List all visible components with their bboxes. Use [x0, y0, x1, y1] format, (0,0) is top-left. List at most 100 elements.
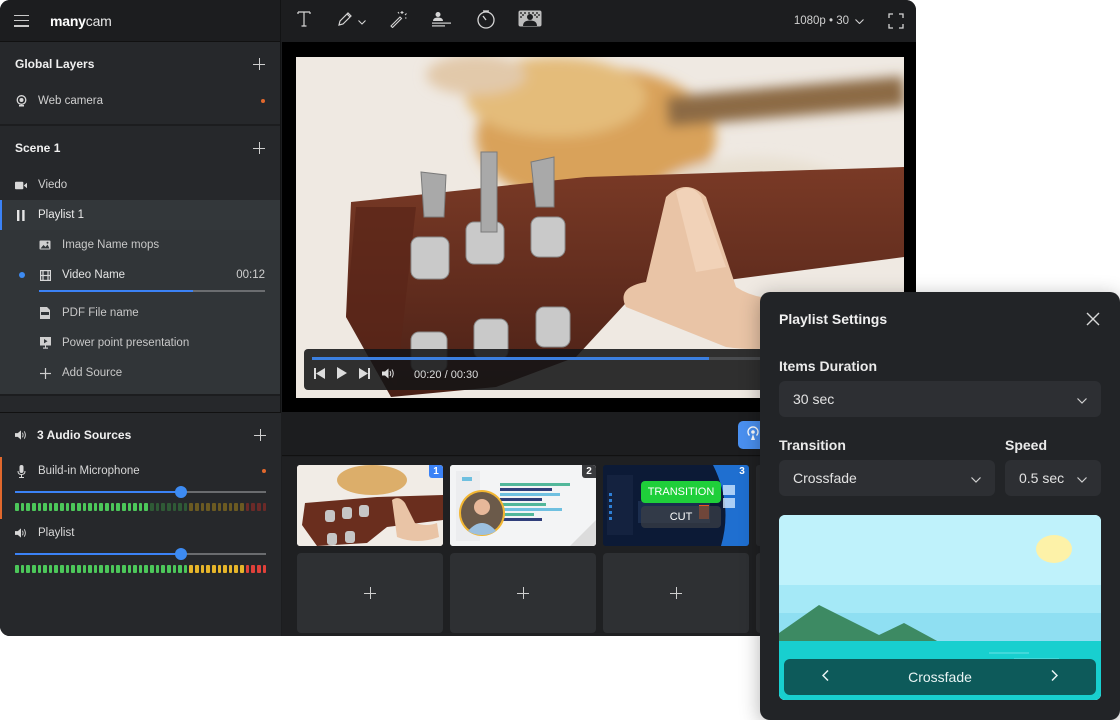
menu-icon[interactable]: [14, 14, 29, 27]
meter-segment: [166, 503, 171, 511]
meter-segment: [234, 565, 238, 573]
meter-segment: [138, 565, 143, 573]
skip-back-icon: [314, 367, 325, 382]
playlist-group: Playlist 1 Image Name mops Video Name 00…: [0, 200, 280, 394]
source-playlist[interactable]: Playlist 1: [0, 200, 280, 230]
audio-source-microphone[interactable]: Build-in Microphone: [0, 457, 281, 519]
meter-segment: [54, 503, 58, 511]
next-transition-button[interactable]: [1051, 668, 1059, 686]
layer-web-camera[interactable]: Web camera: [0, 86, 280, 116]
timer-tool-button[interactable]: [464, 0, 508, 42]
webcam-icon: [15, 95, 27, 107]
source-label: Playlist 1: [38, 209, 85, 221]
draw-tool-button[interactable]: [326, 0, 376, 42]
chevron-down-icon: [357, 12, 366, 30]
chevron-down-icon: [1077, 470, 1087, 486]
playlist-item-pdf[interactable]: PDF File name: [0, 298, 280, 328]
level-meter: [15, 503, 267, 511]
empty-preset-slot[interactable]: [297, 553, 443, 633]
meter-segment: [127, 565, 132, 573]
close-button[interactable]: [1086, 312, 1100, 326]
meter-segment: [65, 503, 70, 511]
now-playing-indicator: [19, 272, 25, 278]
previous-button[interactable]: [314, 367, 325, 382]
playlist-item-video[interactable]: Video Name 00:12: [0, 260, 280, 290]
meter-segment: [223, 503, 227, 511]
plus-icon: [517, 587, 529, 599]
preset-2[interactable]: 2: [450, 465, 596, 546]
play-button[interactable]: [337, 367, 347, 382]
speed-select[interactable]: 0.5 sec: [1005, 460, 1101, 496]
meter-segment: [150, 503, 154, 511]
meter-segment: [15, 565, 19, 573]
items-duration-label: Items Duration: [779, 358, 878, 374]
meter-segment: [178, 503, 182, 511]
meter-segment: [228, 503, 233, 511]
pen-icon: [337, 11, 353, 32]
next-button[interactable]: [359, 367, 370, 382]
background-tool-button[interactable]: [508, 0, 552, 42]
volume-icon: [382, 368, 396, 382]
add-audio-source-button[interactable]: [254, 429, 266, 441]
volume-slider[interactable]: [15, 485, 266, 499]
items-duration-select[interactable]: 30 sec: [779, 381, 1101, 417]
empty-preset-slot[interactable]: [603, 553, 749, 633]
volume-slider[interactable]: [15, 547, 266, 561]
meter-segment: [189, 565, 193, 573]
fullscreen-button[interactable]: [888, 13, 904, 29]
broadcast-icon: [746, 425, 760, 445]
meter-segment: [206, 565, 210, 573]
meter-segment: [121, 565, 126, 573]
effects-tool-button[interactable]: [376, 0, 420, 42]
meter-segment: [121, 503, 126, 511]
lower-third-tool-button[interactable]: [420, 0, 464, 42]
meter-segment: [76, 565, 81, 573]
transition-preview: Crossfade: [779, 515, 1101, 700]
sidebar: manycam Global Layers Web camera Scene 1: [0, 0, 281, 636]
meter-segment: [200, 565, 205, 573]
speed-label: Speed: [1005, 437, 1048, 453]
volume-button[interactable]: [382, 368, 396, 382]
meter-segment: [93, 503, 98, 511]
add-global-layer-button[interactable]: [253, 58, 265, 70]
transition-select[interactable]: Crossfade: [779, 460, 995, 496]
resolution-select[interactable]: 1080p • 30: [794, 15, 864, 27]
meter-segment: [82, 503, 87, 511]
live-indicator: [262, 469, 266, 473]
slider-knob[interactable]: [174, 486, 187, 498]
plus-icon: [364, 587, 376, 599]
add-source-button[interactable]: Add Source: [0, 358, 280, 388]
chevron-left-icon: [821, 668, 829, 685]
pdf-icon: [39, 307, 51, 319]
slider-knob[interactable]: [174, 548, 187, 560]
meter-segment: [37, 503, 42, 511]
speaker-icon: [15, 528, 27, 538]
meter-segment: [37, 565, 42, 573]
playlist-item-presentation[interactable]: Power point presentation: [0, 328, 280, 358]
preset-3[interactable]: TRANSITION CUT 3: [603, 465, 749, 546]
previous-transition-button[interactable]: [821, 668, 829, 686]
meter-segment: [144, 503, 148, 511]
preset-1[interactable]: 1: [297, 465, 443, 546]
meter-segment: [183, 503, 188, 511]
logo: manycam: [50, 12, 112, 29]
meter-segment: [133, 565, 137, 573]
select-value: 30 sec: [793, 391, 835, 407]
playlist-item-image[interactable]: Image Name mops: [0, 230, 280, 260]
meter-segment: [43, 503, 47, 511]
select-value: 0.5 sec: [1019, 470, 1065, 486]
meter-segment: [251, 565, 255, 573]
text-tool-button[interactable]: [282, 0, 326, 42]
meter-segment: [195, 565, 199, 573]
meter-segment: [43, 565, 47, 573]
panel-title: Playlist Settings: [779, 311, 888, 327]
meter-segment: [211, 565, 216, 573]
lower-third-icon: [432, 11, 452, 32]
meter-segment: [65, 565, 70, 573]
source-video[interactable]: Viedo: [0, 170, 280, 200]
meter-segment: [26, 565, 30, 573]
add-scene-source-button[interactable]: [253, 142, 265, 154]
empty-preset-slot[interactable]: [450, 553, 596, 633]
audio-source-playlist[interactable]: Playlist: [0, 519, 281, 573]
meter-segment: [71, 565, 75, 573]
